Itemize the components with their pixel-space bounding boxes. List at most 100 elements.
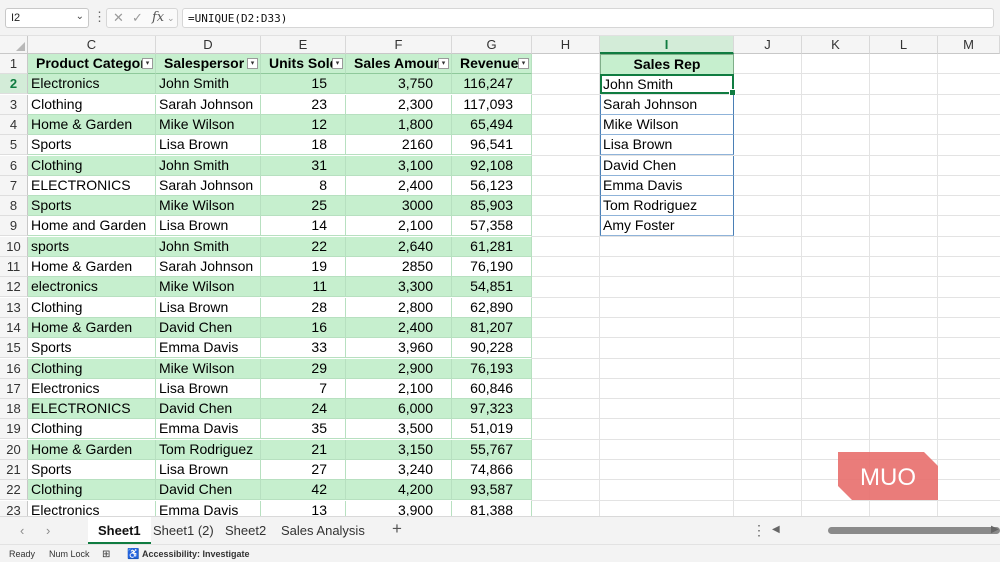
table-cell[interactable]: Sarah Johnson: [156, 94, 261, 115]
table-cell[interactable]: 2850: [346, 257, 452, 277]
table-cell[interactable]: 24: [261, 399, 346, 420]
row-header[interactable]: 15: [0, 338, 28, 359]
table-cell[interactable]: 2,400: [346, 317, 452, 338]
column-header-f[interactable]: F: [346, 36, 452, 54]
table-cell[interactable]: Lisa Brown: [156, 378, 261, 399]
table-cell[interactable]: Electronics: [28, 74, 156, 95]
row-header[interactable]: 6: [0, 155, 28, 176]
table-cell[interactable]: 16: [261, 317, 346, 338]
table-cell[interactable]: David Chen: [156, 480, 261, 501]
table-cell[interactable]: 18: [261, 135, 346, 156]
table-cell[interactable]: Mike Wilson: [156, 114, 261, 135]
chevron-down-icon[interactable]: ⌄: [76, 11, 84, 22]
tab-sheet1[interactable]: Sheet1: [88, 517, 151, 544]
row-header[interactable]: 11: [0, 257, 28, 277]
table-cell[interactable]: 3,750: [346, 74, 452, 95]
add-sheet-icon[interactable]: +: [392, 519, 402, 539]
more-options-icon[interactable]: ⋮: [93, 9, 106, 25]
table-cell[interactable]: 90,228: [452, 338, 532, 359]
table-cell[interactable]: 2,900: [346, 358, 452, 379]
table-cell[interactable]: Clothing: [28, 419, 156, 440]
table-cell[interactable]: David Chen: [156, 317, 261, 338]
table-cell[interactable]: 29: [261, 358, 346, 379]
row-header[interactable]: 22: [0, 480, 28, 501]
table-cell[interactable]: electronics: [28, 277, 156, 298]
table-cell[interactable]: Lisa Brown: [156, 297, 261, 318]
table-cell[interactable]: 15: [261, 74, 346, 95]
scroll-right-icon[interactable]: ▶: [991, 524, 999, 535]
table-cell[interactable]: 116,247: [452, 74, 532, 95]
chevron-left-icon[interactable]: ‹: [20, 523, 24, 538]
sales-rep-cell[interactable]: Lisa Brown: [600, 135, 734, 156]
table-cell[interactable]: 56,123: [452, 175, 532, 196]
status-accessibility[interactable]: Accessibility: Investigate: [142, 549, 250, 559]
table-cell[interactable]: 28: [261, 297, 346, 318]
table-cell[interactable]: Lisa Brown: [156, 135, 261, 156]
column-header-c[interactable]: C: [28, 36, 156, 54]
column-header-i[interactable]: I: [600, 36, 734, 54]
row-header[interactable]: 17: [0, 378, 28, 399]
filter-dropdown-icon[interactable]: ▾: [142, 58, 153, 69]
table-cell[interactable]: 2,300: [346, 94, 452, 115]
column-header-e[interactable]: E: [261, 36, 346, 54]
table-cell[interactable]: ELECTRONICS: [28, 399, 156, 420]
table-cell[interactable]: Emma Davis: [156, 419, 261, 440]
table-cell[interactable]: 2,640: [346, 236, 452, 257]
table-cell[interactable]: 14: [261, 216, 346, 237]
table-cell[interactable]: Sports: [28, 135, 156, 156]
table-cell[interactable]: Lisa Brown: [156, 460, 261, 480]
table-cell[interactable]: 85,903: [452, 196, 532, 217]
table-cell[interactable]: 92,108: [452, 155, 532, 176]
table-cell[interactable]: 3,960: [346, 338, 452, 359]
table-header-cell[interactable]: Product Categor ▾: [28, 54, 156, 74]
table-cell[interactable]: sports: [28, 236, 156, 257]
table-cell[interactable]: ELECTRONICS: [28, 175, 156, 196]
table-cell[interactable]: Sports: [28, 460, 156, 480]
column-header-j[interactable]: J: [734, 36, 802, 54]
name-box[interactable]: I2 ⌄: [5, 8, 89, 28]
scroll-left-icon[interactable]: ◀: [772, 524, 780, 535]
row-header[interactable]: 3: [0, 94, 28, 115]
table-cell[interactable]: 4,200: [346, 480, 452, 501]
table-cell[interactable]: Home & Garden: [28, 257, 156, 277]
table-header-cell[interactable]: Units Sold ▾: [261, 54, 346, 74]
column-header-l[interactable]: L: [870, 36, 938, 54]
table-cell[interactable]: Sports: [28, 196, 156, 217]
tab-sheet1-2[interactable]: Sheet1 (2): [143, 517, 224, 544]
table-cell[interactable]: 19: [261, 257, 346, 277]
table-cell[interactable]: 57,358: [452, 216, 532, 237]
table-cell[interactable]: Sarah Johnson: [156, 175, 261, 196]
filter-dropdown-icon[interactable]: ▾: [438, 58, 449, 69]
row-header[interactable]: 2: [0, 74, 28, 95]
table-cell[interactable]: Emma Davis: [156, 338, 261, 359]
table-cell[interactable]: 3000: [346, 196, 452, 217]
table-cell[interactable]: 6,000: [346, 399, 452, 420]
table-cell[interactable]: Clothing: [28, 358, 156, 379]
cancel-icon[interactable]: ✕: [113, 10, 124, 26]
enter-check-icon[interactable]: ✓: [132, 10, 143, 26]
table-cell[interactable]: 25: [261, 196, 346, 217]
row-header[interactable]: 20: [0, 439, 28, 460]
column-header-h[interactable]: H: [532, 36, 600, 54]
table-cell[interactable]: John Smith: [156, 74, 261, 95]
chevron-right-icon[interactable]: ›: [46, 523, 50, 538]
table-cell[interactable]: 2,100: [346, 378, 452, 399]
table-cell[interactable]: 81,207: [452, 317, 532, 338]
table-cell[interactable]: Home and Garden: [28, 216, 156, 237]
table-cell[interactable]: 21: [261, 439, 346, 460]
table-cell[interactable]: Tom Rodriguez: [156, 439, 261, 460]
macro-icon[interactable]: ⊞: [102, 549, 110, 560]
table-cell[interactable]: Lisa Brown: [156, 216, 261, 237]
sales-rep-header[interactable]: Sales Rep: [600, 54, 734, 75]
row-header[interactable]: 12: [0, 277, 28, 298]
row-header[interactable]: 7: [0, 175, 28, 196]
table-header-cell[interactable]: Revenue ▾: [452, 54, 532, 74]
table-cell[interactable]: 61,281: [452, 236, 532, 257]
table-cell[interactable]: 2,400: [346, 175, 452, 196]
table-cell[interactable]: 42: [261, 480, 346, 501]
table-cell[interactable]: Clothing: [28, 297, 156, 318]
table-cell[interactable]: 60,846: [452, 378, 532, 399]
row-header[interactable]: 10: [0, 236, 28, 257]
table-cell[interactable]: 31: [261, 155, 346, 176]
row-header[interactable]: 9: [0, 216, 28, 237]
